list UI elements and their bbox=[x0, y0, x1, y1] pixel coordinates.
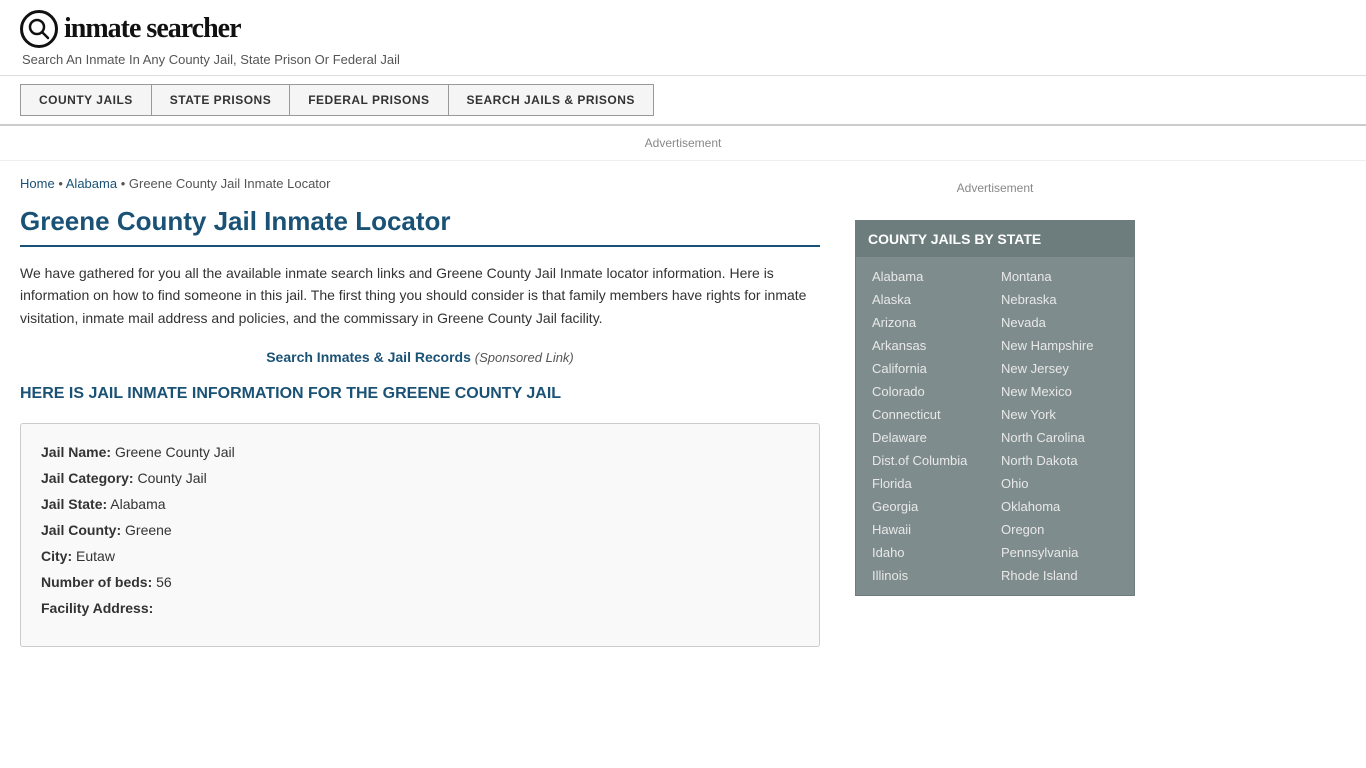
state-box-title: COUNTY JAILS BY STATE bbox=[856, 221, 1134, 257]
info-value-name: Greene County Jail bbox=[115, 444, 235, 460]
info-label-name: Jail Name: bbox=[41, 444, 111, 460]
state-link[interactable]: New York bbox=[995, 403, 1124, 426]
logo-icon bbox=[20, 10, 58, 48]
info-row-category: Jail Category: County Jail bbox=[41, 470, 799, 486]
page-title: Greene County Jail Inmate Locator bbox=[20, 206, 820, 247]
info-row-name: Jail Name: Greene County Jail bbox=[41, 444, 799, 460]
info-row-beds: Number of beds: 56 bbox=[41, 574, 799, 590]
info-value-state: Alabama bbox=[110, 496, 165, 512]
state-link[interactable]: Pennsylvania bbox=[995, 541, 1124, 564]
info-label-state: Jail State: bbox=[41, 496, 107, 512]
info-row-state: Jail State: Alabama bbox=[41, 496, 799, 512]
site-logo-text: inmate searcher bbox=[64, 13, 241, 45]
state-link[interactable]: Alaska bbox=[866, 288, 995, 311]
state-link[interactable]: New Jersey bbox=[995, 357, 1124, 380]
state-link[interactable]: Georgia bbox=[866, 495, 995, 518]
breadcrumb-current: Greene County Jail Inmate Locator bbox=[129, 176, 331, 191]
breadcrumb-home[interactable]: Home bbox=[20, 176, 55, 191]
state-link[interactable]: Connecticut bbox=[866, 403, 995, 426]
state-link[interactable]: Nevada bbox=[995, 311, 1124, 334]
state-link[interactable]: Dist.of Columbia bbox=[866, 449, 995, 472]
site-header: inmate searcher Search An Inmate In Any … bbox=[0, 0, 1366, 76]
state-link[interactable]: Florida bbox=[866, 472, 995, 495]
top-ad-banner: Advertisement bbox=[0, 126, 1366, 161]
state-link[interactable]: North Carolina bbox=[995, 426, 1124, 449]
state-link[interactable]: Oklahoma bbox=[995, 495, 1124, 518]
state-box: COUNTY JAILS BY STATE AlabamaMontanaAlas… bbox=[855, 220, 1135, 596]
search-inmates-link[interactable]: Search Inmates & Jail Records bbox=[266, 349, 471, 365]
info-value-county: Greene bbox=[125, 522, 172, 538]
state-link[interactable]: Ohio bbox=[995, 472, 1124, 495]
info-label-city: City: bbox=[41, 548, 72, 564]
main-layout: Home • Alabama • Greene County Jail Inma… bbox=[0, 161, 1366, 682]
state-link[interactable]: Illinois bbox=[866, 564, 995, 587]
state-link[interactable]: Arizona bbox=[866, 311, 995, 334]
section-header: HERE IS JAIL INMATE INFORMATION FOR THE … bbox=[20, 385, 820, 403]
navigation: COUNTY JAILS STATE PRISONS FEDERAL PRISO… bbox=[0, 76, 1366, 126]
sidebar-ad: Advertisement bbox=[855, 171, 1135, 205]
site-tagline: Search An Inmate In Any County Jail, Sta… bbox=[20, 52, 1346, 67]
sidebar: Advertisement COUNTY JAILS BY STATE Alab… bbox=[840, 161, 1150, 682]
state-link[interactable]: Nebraska bbox=[995, 288, 1124, 311]
content-area: Home • Alabama • Greene County Jail Inma… bbox=[0, 161, 840, 682]
state-link[interactable]: California bbox=[866, 357, 995, 380]
nav-federal-prisons[interactable]: FEDERAL PRISONS bbox=[289, 84, 447, 116]
state-link[interactable]: Rhode Island bbox=[995, 564, 1124, 587]
breadcrumb-state[interactable]: Alabama bbox=[66, 176, 117, 191]
info-row-address: Facility Address: bbox=[41, 600, 799, 616]
logo-area: inmate searcher bbox=[20, 10, 1346, 48]
info-value-category: County Jail bbox=[137, 470, 206, 486]
info-label-county: Jail County: bbox=[41, 522, 121, 538]
sponsored-label: (Sponsored Link) bbox=[475, 350, 574, 365]
state-link[interactable]: Hawaii bbox=[866, 518, 995, 541]
jail-info-box: Jail Name: Greene County Jail Jail Categ… bbox=[20, 423, 820, 647]
breadcrumb: Home • Alabama • Greene County Jail Inma… bbox=[20, 176, 820, 191]
info-row-city: City: Eutaw bbox=[41, 548, 799, 564]
state-link[interactable]: North Dakota bbox=[995, 449, 1124, 472]
nav-county-jails[interactable]: COUNTY JAILS bbox=[20, 84, 151, 116]
state-grid: AlabamaMontanaAlaskaNebraskaArizonaNevad… bbox=[856, 257, 1134, 595]
state-link[interactable]: New Hampshire bbox=[995, 334, 1124, 357]
state-link[interactable]: Colorado bbox=[866, 380, 995, 403]
info-label-address: Facility Address: bbox=[41, 600, 153, 616]
nav-state-prisons[interactable]: STATE PRISONS bbox=[151, 84, 289, 116]
info-label-beds: Number of beds: bbox=[41, 574, 152, 590]
info-value-beds: 56 bbox=[156, 574, 172, 590]
search-link-area: Search Inmates & Jail Records (Sponsored… bbox=[20, 349, 820, 365]
info-label-category: Jail Category: bbox=[41, 470, 134, 486]
page-description: We have gathered for you all the availab… bbox=[20, 262, 820, 329]
state-link[interactable]: New Mexico bbox=[995, 380, 1124, 403]
state-link[interactable]: Alabama bbox=[866, 265, 995, 288]
state-link[interactable]: Arkansas bbox=[866, 334, 995, 357]
state-link[interactable]: Delaware bbox=[866, 426, 995, 449]
info-row-county: Jail County: Greene bbox=[41, 522, 799, 538]
info-value-city: Eutaw bbox=[76, 548, 115, 564]
state-link[interactable]: Oregon bbox=[995, 518, 1124, 541]
nav-search-jails[interactable]: SEARCH JAILS & PRISONS bbox=[448, 84, 654, 116]
state-link[interactable]: Idaho bbox=[866, 541, 995, 564]
state-link[interactable]: Montana bbox=[995, 265, 1124, 288]
